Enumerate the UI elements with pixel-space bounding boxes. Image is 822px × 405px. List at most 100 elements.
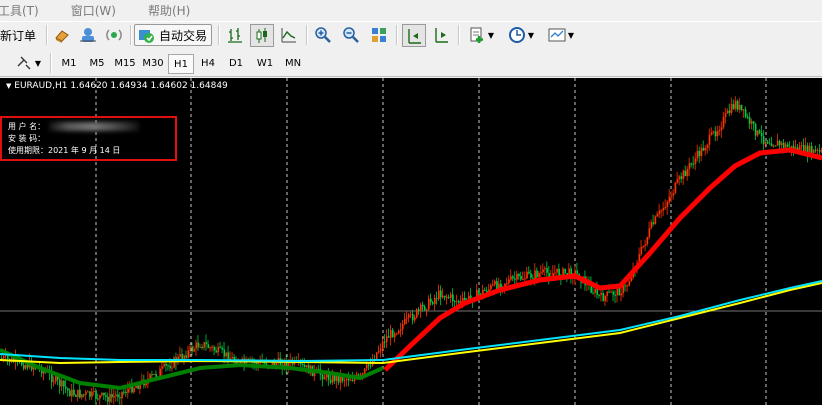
- candle-body: [345, 378, 348, 381]
- candle-body: [365, 364, 368, 369]
- toolbar-separator: [218, 25, 220, 45]
- periods-clock-icon: [508, 27, 525, 43]
- main-toolbar: 新订单 自动交易 ▼ ▼ ▼: [0, 21, 822, 50]
- candle-body: [391, 330, 394, 338]
- chevron-down-icon: ▼: [567, 30, 575, 40]
- candle-body: [556, 268, 558, 273]
- timeframe-m15[interactable]: M15: [112, 54, 138, 72]
- timeframe-h4[interactable]: H4: [196, 54, 220, 72]
- candle-body: [780, 142, 783, 146]
- line-chart-button[interactable]: [278, 25, 300, 45]
- bar-chart-button[interactable]: [224, 25, 246, 45]
- candle-body: [27, 364, 29, 368]
- candle-body: [470, 295, 472, 298]
- candle-body: [770, 143, 773, 147]
- candle-body: [183, 355, 186, 359]
- timeframe-w1[interactable]: W1: [253, 54, 277, 72]
- zoom-in-button[interactable]: [312, 25, 334, 45]
- candle-body: [478, 290, 480, 294]
- candle-body: [606, 291, 609, 296]
- candle-body: [674, 182, 677, 193]
- candle-body: [109, 394, 111, 402]
- candle-body: [740, 104, 743, 111]
- candle-body: [530, 273, 532, 278]
- timeframe-h1[interactable]: H1: [168, 54, 194, 74]
- candle-body: [203, 342, 206, 348]
- candle-body: [558, 268, 560, 276]
- timeframe-d1[interactable]: D1: [224, 54, 248, 72]
- menu-tools[interactable]: 工具(T): [0, 2, 49, 19]
- menu-window[interactable]: 窗口(W): [71, 2, 126, 19]
- chart-title: ▼ EURAUD,H1 1.64620 1.64934 1.64602 1.64…: [6, 81, 228, 91]
- candle-body: [722, 117, 725, 128]
- zoom-out-button[interactable]: [340, 25, 362, 45]
- toolbar-separator: [130, 25, 132, 45]
- crosshair-tools-button[interactable]: ▼: [12, 53, 44, 73]
- chevron-down-icon: ▼: [527, 30, 535, 40]
- candle-body: [614, 294, 617, 296]
- candle-body: [522, 278, 524, 280]
- price-chart[interactable]: ▼ EURAUD,H1 1.64620 1.64934 1.64602 1.64…: [0, 78, 822, 405]
- tile-windows-button[interactable]: [368, 25, 390, 45]
- timeframe-m30[interactable]: M30: [140, 54, 166, 72]
- timeframe-m1[interactable]: M1: [57, 54, 81, 72]
- candle-body: [171, 367, 174, 369]
- candle-body: [187, 350, 190, 358]
- candle-body: [456, 301, 458, 303]
- candle-body: [87, 391, 89, 393]
- bar-chart-icon: [228, 28, 242, 43]
- collapse-arrow-icon[interactable]: ▼: [6, 82, 11, 90]
- candle-body: [199, 347, 202, 349]
- signal-button[interactable]: [104, 25, 124, 45]
- candle-body: [624, 285, 627, 287]
- candle-body: [628, 281, 631, 286]
- candle-body: [670, 195, 673, 197]
- timeframe-mn[interactable]: MN: [280, 54, 306, 72]
- indicators-button[interactable]: ▼: [464, 25, 498, 45]
- new-order-label: 新订单: [0, 28, 37, 43]
- candle-body: [704, 148, 707, 151]
- candle-body: [568, 268, 570, 275]
- candle-body: [672, 192, 675, 196]
- chevron-down-icon: ▼: [34, 58, 42, 68]
- candle-body: [23, 364, 25, 369]
- candle-body: [127, 388, 129, 393]
- toolbar-separator: [46, 25, 48, 45]
- candle-body: [367, 364, 370, 366]
- candle-body: [648, 228, 651, 238]
- candle-body: [121, 391, 123, 399]
- candle-body: [219, 346, 222, 348]
- periods-button[interactable]: ▼: [504, 25, 538, 45]
- candle-body: [193, 348, 196, 352]
- candle-body: [357, 374, 360, 376]
- candle-body: [351, 379, 354, 381]
- user-name-row: 用 户 名：: [8, 121, 140, 132]
- timeframe-m5[interactable]: M5: [85, 54, 109, 72]
- candle-body: [698, 150, 701, 157]
- market-watch-button[interactable]: [52, 25, 72, 45]
- candle-body: [379, 349, 382, 351]
- candle-body: [528, 271, 530, 274]
- candle-body: [734, 100, 737, 109]
- candlestick-button[interactable]: [250, 24, 274, 47]
- navigator-button[interactable]: [78, 25, 98, 45]
- candle-body: [213, 346, 216, 351]
- candle-body: [155, 373, 157, 377]
- candle-body: [786, 144, 789, 147]
- autoscroll-button[interactable]: [430, 25, 452, 45]
- candle-body: [75, 395, 77, 397]
- candle-body: [113, 395, 115, 398]
- install-code-label: 安 装 码：: [8, 134, 46, 143]
- menu-help[interactable]: 帮助(H): [148, 2, 200, 19]
- new-order-button[interactable]: 新订单: [0, 25, 36, 45]
- candle-body: [762, 136, 765, 144]
- candle-body: [764, 141, 767, 144]
- auto-trade-button[interactable]: 自动交易: [134, 24, 213, 46]
- candle-body: [676, 179, 679, 183]
- candle-body: [207, 344, 210, 348]
- candle-body: [666, 201, 669, 207]
- candle-body: [335, 375, 338, 381]
- license-info-box: 用 户 名： 安 装 码： 使用期限：2021 年 9 月 14 日: [0, 116, 177, 161]
- templates-button[interactable]: ▼: [544, 25, 578, 45]
- chart-shift-button[interactable]: [402, 24, 426, 47]
